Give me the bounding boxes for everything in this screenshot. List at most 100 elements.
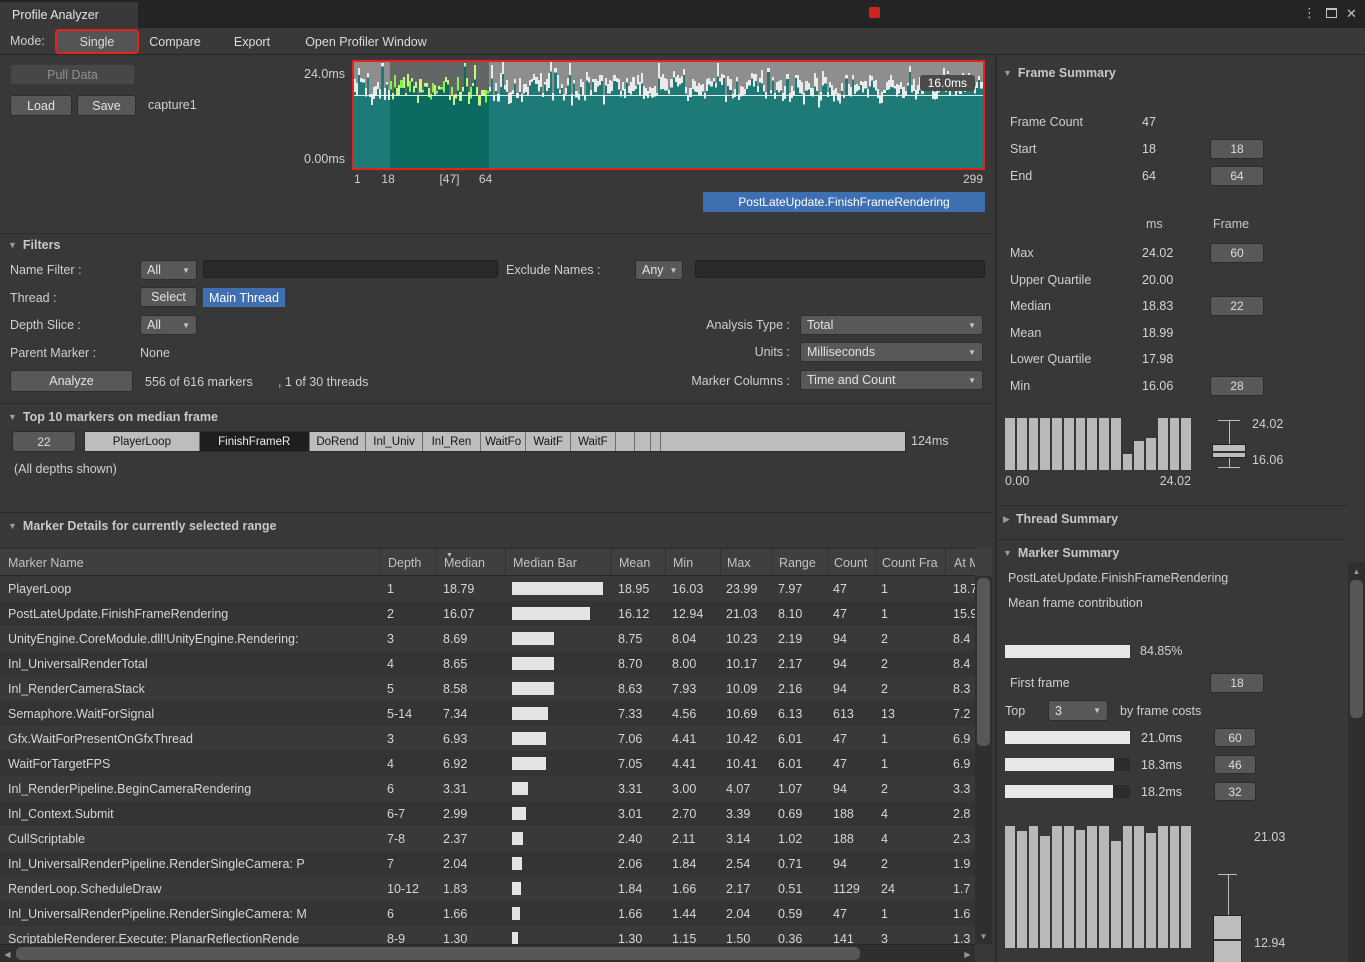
top10-segment[interactable]: Inl_Univ — [366, 432, 423, 451]
table-row[interactable]: Gfx.WaitForPresentOnGfxThread36.937.064.… — [0, 726, 975, 751]
thread-filter-value[interactable]: Main Thread — [203, 288, 285, 307]
table-row[interactable]: PlayerLoop118.7918.9516.0323.997.9747118… — [0, 576, 975, 601]
table-row[interactable]: ScriptableRenderer.Execute: PlanarReflec… — [0, 926, 975, 944]
table-cell: 10.69 — [720, 707, 772, 721]
table-horizontal-scrollbar[interactable]: ◀ ▶ — [0, 944, 975, 962]
table-row[interactable]: Inl_UniversalRenderPipeline.RenderSingle… — [0, 901, 975, 926]
save-button[interactable]: Save — [77, 95, 136, 116]
frame-jump-button[interactable]: 18 — [1210, 673, 1264, 693]
top10-segment[interactable]: PlayerLoop — [85, 432, 200, 451]
top10-segment[interactable]: DoRend — [310, 432, 367, 451]
table-row[interactable]: Semaphore.WaitForSignal5-147.347.334.561… — [0, 701, 975, 726]
maximize-icon[interactable] — [1326, 8, 1337, 18]
top10-segment[interactable]: Inl_Ren — [423, 432, 481, 451]
column-header-median-bar[interactable]: Median Bar — [505, 549, 610, 575]
units-dropdown[interactable]: Milliseconds ▼ — [800, 342, 983, 362]
mode-compare-button[interactable]: Compare — [139, 31, 211, 52]
analysis-type-dropdown[interactable]: Total ▼ — [800, 315, 983, 335]
scrollbar-thumb[interactable] — [1350, 580, 1363, 718]
thread-select-button[interactable]: Select — [140, 287, 197, 307]
column-header-range[interactable]: Range — [772, 549, 827, 575]
column-header-at-m[interactable]: At M — [945, 549, 975, 575]
details-section-header[interactable]: ▼ Marker Details for currently selected … — [8, 519, 277, 533]
scrollbar-thumb[interactable] — [16, 947, 860, 960]
frame-summary-header[interactable]: ▼ Frame Summary — [1003, 66, 1116, 80]
depth-slice-dropdown[interactable]: All ▼ — [140, 315, 197, 335]
top10-segment[interactable]: WaitF — [526, 432, 571, 451]
column-header-mean[interactable]: Mean — [610, 549, 665, 575]
exclude-names-input[interactable] — [695, 260, 985, 278]
name-filter-mode-dropdown[interactable]: All ▼ — [140, 260, 197, 280]
top10-bar[interactable]: PlayerLoopFinishFrameRDoRendInl_UnivInl_… — [84, 431, 906, 452]
table-cell: 1.07 — [772, 782, 827, 796]
scroll-right-icon[interactable]: ▶ — [960, 945, 975, 962]
frame-jump-button[interactable]: 64 — [1210, 166, 1264, 186]
table-row[interactable]: CullScriptable7-82.372.402.113.141.02188… — [0, 826, 975, 851]
table-row[interactable]: Inl_RenderPipeline.BeginCameraRendering6… — [0, 776, 975, 801]
analysis-type-label: Analysis Type : — [640, 318, 790, 332]
name-filter-input[interactable] — [203, 260, 498, 278]
frame-jump-button[interactable]: 28 — [1210, 376, 1264, 396]
scroll-up-icon[interactable]: ▲ — [1348, 564, 1365, 578]
marker-columns-dropdown[interactable]: Time and Count ▼ — [800, 370, 983, 390]
chart-y-max-label: 24.0ms — [255, 67, 345, 81]
table-row[interactable]: Inl_UniversalRenderTotal48.658.708.0010.… — [0, 651, 975, 676]
top10-segment[interactable] — [616, 432, 636, 451]
frame-jump-button[interactable]: 60 — [1210, 243, 1264, 263]
top10-segment[interactable]: WaitF — [571, 432, 615, 451]
filters-header[interactable]: ▼ Filters — [8, 238, 60, 252]
analyze-button[interactable]: Analyze — [10, 370, 133, 392]
frame-time-chart[interactable]: 16.0ms — [352, 60, 985, 170]
column-header-max[interactable]: Max — [720, 549, 772, 575]
frame-jump-button[interactable]: 32 — [1214, 782, 1256, 801]
panel-vertical-scrollbar[interactable]: ▲ — [1348, 562, 1365, 962]
exclude-mode-dropdown[interactable]: Any ▼ — [635, 260, 683, 280]
table-cell — [505, 757, 610, 770]
column-header-count-fra[interactable]: Count Fra — [875, 549, 945, 575]
frame-column-header: Frame — [1205, 217, 1257, 231]
table-row[interactable]: PostLateUpdate.FinishFrameRendering216.0… — [0, 601, 975, 626]
table-cell: 8.00 — [665, 657, 720, 671]
frame-jump-button[interactable]: 46 — [1214, 755, 1256, 774]
marker-summary-header[interactable]: ▼ Marker Summary — [1003, 546, 1119, 560]
table-row[interactable]: UnityEngine.CoreModule.dll!UnityEngine.R… — [0, 626, 975, 651]
table-row[interactable]: Inl_RenderCameraStack58.588.637.9310.092… — [0, 676, 975, 701]
close-icon[interactable]: ✕ — [1346, 7, 1357, 21]
export-button[interactable]: Export — [224, 31, 280, 52]
table-cell: 94 — [827, 657, 875, 671]
top10-segment[interactable] — [635, 432, 651, 451]
scrollbar-thumb[interactable] — [977, 578, 990, 746]
column-header-median[interactable]: Median▼ — [435, 549, 505, 575]
top10-segment[interactable]: FinishFrameR — [200, 432, 310, 451]
column-header-depth[interactable]: Depth — [380, 549, 435, 575]
pull-data-button[interactable]: Pull Data — [10, 64, 135, 85]
mode-single-button[interactable]: Single — [57, 31, 137, 52]
menu-icon[interactable]: ⋮ — [1303, 6, 1316, 20]
frame-jump-button[interactable]: 18 — [1210, 139, 1264, 159]
frame-jump-button[interactable]: 22 — [1210, 296, 1264, 316]
table-row[interactable]: WaitForTargetFPS46.927.054.4110.416.0147… — [0, 751, 975, 776]
table-row[interactable]: RenderLoop.ScheduleDraw10-121.831.841.66… — [0, 876, 975, 901]
column-header-marker-name[interactable]: Marker Name — [0, 549, 380, 575]
top10-header[interactable]: ▼ Top 10 markers on median frame — [8, 410, 218, 424]
open-profiler-window-button[interactable]: Open Profiler Window — [284, 31, 448, 52]
frame-jump-button[interactable]: 60 — [1214, 728, 1256, 747]
scroll-left-icon[interactable]: ◀ — [0, 945, 15, 962]
table-row[interactable]: Inl_Context.Submit6-72.993.012.703.390.6… — [0, 801, 975, 826]
table-row[interactable]: Inl_UniversalRenderPipeline.RenderSingle… — [0, 851, 975, 876]
top-count-dropdown[interactable]: 3 ▼ — [1048, 700, 1108, 721]
median-frame-button[interactable]: 22 — [12, 431, 76, 452]
top10-segment[interactable]: WaitFo — [481, 432, 526, 451]
divider — [0, 512, 992, 513]
table-cell: Semaphore.WaitForSignal — [0, 707, 380, 721]
thread-summary-header[interactable]: ▶ Thread Summary — [1003, 512, 1118, 526]
contribution-row: 84.85% — [1005, 644, 1305, 658]
load-button[interactable]: Load — [10, 95, 72, 116]
top10-segment[interactable] — [651, 432, 661, 451]
tab-profile-analyzer[interactable]: Profile Analyzer — [0, 2, 138, 28]
column-header-min[interactable]: Min — [665, 549, 720, 575]
foldout-open-icon: ▼ — [1003, 548, 1012, 558]
scroll-down-icon[interactable]: ▼ — [975, 928, 992, 944]
column-header-count[interactable]: Count — [827, 549, 875, 575]
table-vertical-scrollbar[interactable]: ▼ — [975, 576, 992, 944]
